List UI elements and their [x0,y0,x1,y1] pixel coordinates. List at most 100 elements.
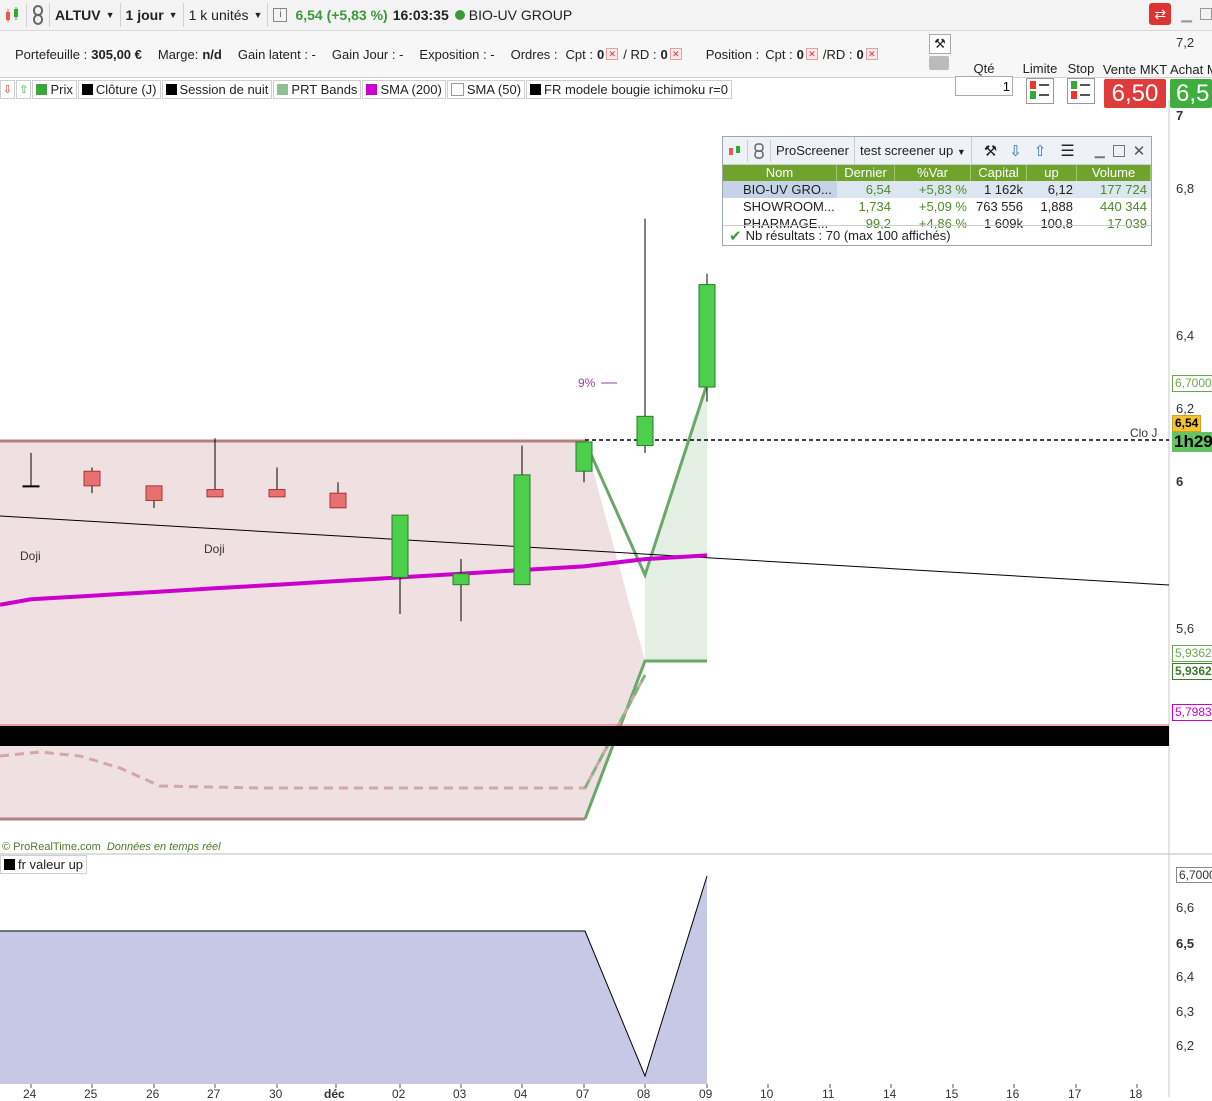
table-row[interactable]: SHOWROOM... 1,734 +5,09 % 763 556 1,888 440 3… [723,198,1151,215]
close-icon[interactable]: ✕ [669,48,682,60]
minimize-icon[interactable]: ▁ [1181,6,1192,23]
period-select[interactable]: 1 jour ▼ [121,3,184,27]
candle-body[interactable] [22,485,40,488]
screener-title-button[interactable]: ProScreener [771,137,855,164]
sync-icon[interactable]: ⇄ [1149,3,1172,25]
legend-label: SMA (200) [380,82,442,97]
screener-column-header[interactable]: Volume [1077,165,1151,181]
screener-column-header[interactable]: Nom [723,165,837,181]
screener-column-header[interactable]: Dernier [837,165,895,181]
pct-label: 9% [578,376,596,390]
candle-body[interactable] [513,474,531,586]
price-tag: 6,54 [1172,415,1202,432]
date-axis-label: 14 [883,1087,897,1101]
candle-body[interactable] [145,485,163,501]
screener-name: test screener up [859,143,954,158]
candle-body[interactable] [83,470,101,487]
legend-item[interactable]: Clôture (J) [77,80,161,99]
orders-label: Ordres : [510,46,558,62]
screener-rows: BIO-UV GRO... 6,54 +5,83 % 1 162k 6,12 177 72… [723,181,1151,229]
legend-item[interactable]: FR modele bougie ichimoku r=0 [526,80,732,99]
maximize-icon[interactable] [1112,144,1125,157]
indicator-axis-label: 6,4 [1176,969,1195,984]
close-icon[interactable]: ✕ [1133,142,1146,160]
legend-swatch [450,83,464,96]
legend-label: Prix [50,82,73,97]
collapse-up-icon[interactable]: ⇧ [16,80,32,99]
indicator-axis-label: 6,6 [1176,900,1195,915]
menu-icon[interactable]: ☰ [1060,141,1074,161]
screener-columns: Nom Dernier %Var Capital up Volume [723,165,1151,181]
candle-body[interactable] [391,514,409,578]
proscreener-window[interactable]: ProScreener test screener up ▼ ⚒ ⇩ ⇧ ☰ ▁… [722,136,1152,246]
candle-body[interactable] [636,415,654,447]
candle-body[interactable] [268,489,286,498]
candle-body[interactable] [452,573,470,586]
keyboard-icon[interactable] [929,56,949,70]
legend-swatch [36,84,48,95]
legend-item[interactable]: PRT Bands [273,80,362,99]
account-summary: Portefeuille : 305,00 € Marge: n/d Gain … [0,31,878,77]
screener-column-header[interactable]: %Var [895,165,971,181]
price-axis-label: 5,6 [1176,620,1195,636]
legend-label: Session de nuit [179,82,269,97]
minimize-icon[interactable]: ▁ [1095,143,1105,159]
legend-label: FR modele bougie ichimoku r=0 [544,82,728,97]
candle-body[interactable] [575,441,593,472]
legend-item[interactable]: SMA (200) [362,80,446,99]
download-icon[interactable]: ⇩ [1009,142,1022,160]
position-label: Position : [705,46,760,62]
indicator-legend[interactable]: fr valeur up [0,855,88,874]
symbol-label: ALTUV [55,7,101,23]
legend-label: Clôture (J) [95,82,157,97]
date-axis-label: 17 [1068,1087,1082,1101]
copyright: © ProRealTime.com Données en temps réel [2,841,221,853]
screener-column-header[interactable]: Capital [971,165,1027,181]
candle-body[interactable] [698,284,716,388]
table-cell: 6,54 [865,182,891,197]
table-row[interactable]: BIO-UV GRO... 6,54 +5,83 % 1 162k 6,12 177 72… [723,181,1151,198]
date-axis-label: 26 [146,1087,160,1101]
wrench-icon[interactable]: ⚒ [984,142,997,160]
orders-cpt-value: 0 [597,46,605,62]
candles-icon[interactable] [0,3,27,27]
close-j-label: Clo J [1130,426,1158,440]
prt-band-up-fill [645,384,707,661]
link-icon[interactable] [27,3,50,27]
candle-body[interactable] [329,492,347,509]
quote-info: i 6,54 (+5,83 %) 16:03:35 BIO-UV GROUP [268,3,577,27]
legend-item[interactable]: Prix [32,80,77,99]
symbol-select[interactable]: ALTUV ▼ [50,3,121,27]
legend-swatch [165,84,177,95]
date-axis-label: 30 [269,1087,283,1101]
check-icon: ✔ [729,227,742,245]
candle-body[interactable] [206,489,224,498]
legend-item[interactable]: Session de nuit [161,80,273,99]
gain-latent: Gain latent : - [237,46,316,62]
top-toolbar: ALTUV ▼ 1 jour ▼ 1 k unités ▼ i 6,54 (+5,83… [0,0,1212,31]
legend-item[interactable]: SMA (50) [446,80,526,99]
screener-column-header[interactable]: up [1027,165,1077,181]
close-icon[interactable]: ✕ [606,48,619,60]
link-icon[interactable] [748,139,771,162]
close-icon[interactable]: ✕ [865,48,878,60]
portfolio-label: Portefeuille : [15,46,88,62]
period-label: 1 jour [125,7,164,23]
legend-swatch [366,84,378,95]
date-axis-label: 27 [207,1087,221,1101]
orders-rd-value: 0 [660,46,668,62]
position-cpt-value: 0 [796,46,804,62]
units-select[interactable]: 1 k unités ▼ [184,3,269,27]
collapse-down-icon[interactable]: ⇩ [0,80,16,99]
order-settings-wrench-icon[interactable]: ⚒ [929,34,951,54]
price-tag: 6,7000 [1172,375,1212,392]
candles-icon[interactable] [723,139,748,162]
limit-label: Limite [1022,61,1058,76]
info-icon[interactable]: i [273,8,288,22]
maximize-icon[interactable] [1200,8,1212,20]
upload-icon[interactable]: ⇧ [1034,142,1047,160]
screener-select[interactable]: test screener up ▼ [855,137,972,164]
gain-jour: Gain Jour : - [331,46,404,62]
chart-area[interactable] [0,100,1212,1097]
close-icon[interactable]: ✕ [805,48,818,60]
